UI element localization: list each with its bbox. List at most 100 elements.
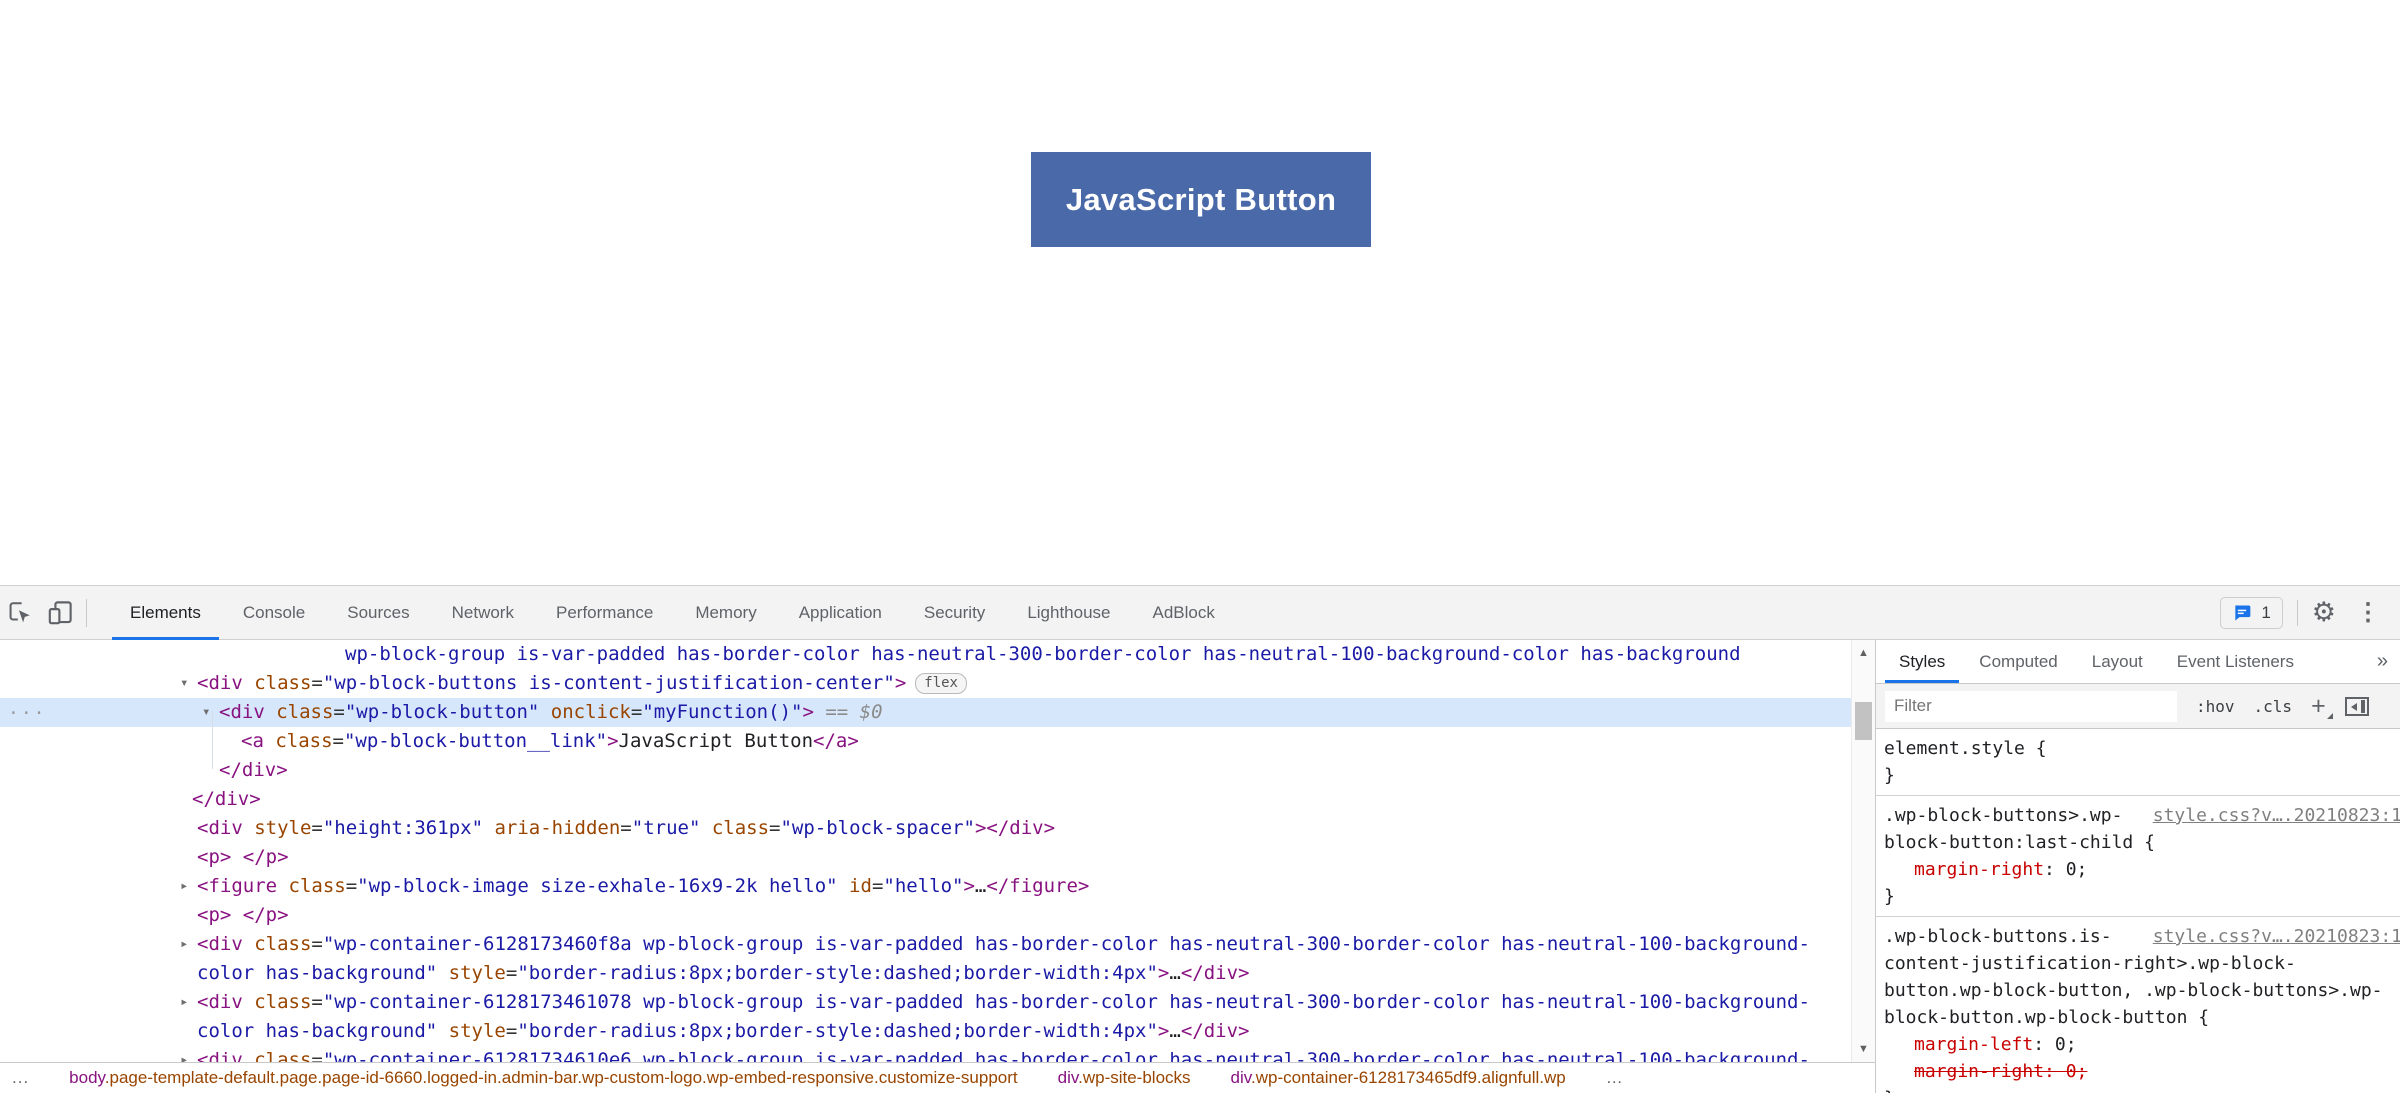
scrollbar-up-icon[interactable]: ▲ [1852,647,1875,659]
code-token: = [620,817,631,839]
class-toggle[interactable]: .cls [2254,697,2293,716]
tab-console[interactable]: Console [222,586,326,640]
tree-row[interactable]: <div style="height:361px" aria-hidden="t… [0,814,1851,843]
code-token: JavaScript Button [619,730,813,752]
css-property[interactable]: margin-left: 0; [1884,1031,2392,1058]
code-token: "hello" [883,875,963,897]
tab-lighthouse[interactable]: Lighthouse [1006,586,1131,640]
inspect-element-icon[interactable] [0,593,40,633]
tab-security[interactable]: Security [903,586,1006,640]
flex-badge[interactable]: flex [915,673,967,694]
tree-row[interactable]: <p> </p> [0,901,1851,930]
twisty-collapsed-icon[interactable]: ▸ [180,872,188,901]
rule-selector[interactable]: element.style { [1884,738,2047,759]
rule-selector[interactable]: .wp-block-buttons>.wp-block-button:last-… [1884,805,2155,853]
code-token: </div> [1181,1020,1250,1042]
styles-tab-event-listeners[interactable]: Event Listeners [2160,640,2311,683]
code-token: <div [197,933,243,955]
code-token: style [437,962,506,984]
code-token: class [277,875,346,897]
tab-memory[interactable]: Memory [674,586,777,640]
tree-row[interactable]: ...▾<div class="wp-block-button" onclick… [0,698,1851,727]
code-token: <div [197,1049,243,1062]
tab-sources[interactable]: Sources [326,586,430,640]
code-token: <figure [197,875,277,897]
breadcrumb-item[interactable]: div.wp-site-blocks [1058,1068,1191,1088]
toggle-sidebar-icon[interactable] [2345,697,2369,716]
tree-row[interactable]: </div> [0,756,1851,785]
tab-application[interactable]: Application [778,586,903,640]
tree-row[interactable]: <a class="wp-block-button__link">JavaScr… [0,727,1851,756]
code-token: "wp-block-buttons is-content-justificati… [323,672,895,694]
code-token: … [1169,1020,1180,1042]
styles-filter-input[interactable] [1885,691,2177,722]
tree-row[interactable]: ▸<div class="wp-container-6128173460f8a … [0,930,1851,988]
tab-performance[interactable]: Performance [535,586,674,640]
code-token: > [963,875,974,897]
code-token: … [1169,962,1180,984]
code-token: "border-radius:8px;border-style:dashed;b… [517,1020,1158,1042]
code-token: = [311,672,322,694]
scrollbar-thumb[interactable] [1855,702,1872,740]
code-token: = [631,701,642,723]
new-style-rule-icon[interactable]: + [2311,694,2326,719]
twisty-collapsed-icon[interactable]: ▸ [180,988,188,1017]
elements-scrollbar[interactable]: ▲ ▼ [1851,640,1875,1062]
rule-close-brace: } [1884,762,2392,789]
css-property[interactable]: margin-right: 0; [1884,1058,2392,1085]
devtools-tab-bar: ElementsConsoleSourcesNetworkPerformance… [109,586,1236,640]
twisty-expanded-icon[interactable]: ▾ [202,698,210,727]
more-tabs-chevron-icon[interactable]: » [2377,650,2400,673]
code-token: style [243,817,312,839]
code-token: class [264,730,333,752]
twisty-collapsed-icon[interactable]: ▸ [180,930,188,959]
tree-row[interactable]: ▾<div class="wp-block-buttons is-content… [0,669,1851,698]
style-rule: style.css?v….20210823:1.wp-block-buttons… [1876,796,2400,917]
style-rule: element.style {} [1876,729,2400,796]
code-token: class [265,701,334,723]
property-name: margin-left [1914,1034,2033,1055]
breadcrumb-item[interactable]: div.wp-container-6128173465df9.alignfull… [1231,1068,1566,1088]
tree-row[interactable]: <p> </p> [0,843,1851,872]
gear-icon[interactable]: ⚙ [2312,599,2336,626]
code-token: … [975,875,986,897]
dom-tree: wp-block-group is-var-padded has-border-… [0,640,1851,1062]
styles-tab-computed[interactable]: Computed [1962,640,2074,683]
code-token: "wp-block-button" [345,701,539,723]
tab-elements[interactable]: Elements [109,586,222,640]
styles-sidebar: StylesComputedLayoutEvent Listeners » :ho… [1876,640,2400,1093]
crumb-classes: .wp-site-blocks [1078,1068,1190,1087]
styles-tab-styles[interactable]: Styles [1882,640,1962,683]
code-token: class [243,1049,312,1062]
tree-row[interactable]: ▸<div class="wp-container-6128173461078 … [0,988,1851,1046]
code-token: "wp-block-button__link" [344,730,607,752]
toolbar-right-controls: 1 ⚙ ⋮ [2220,597,2400,629]
page-viewport: JavaScript Button [0,0,2400,585]
code-token: "wp-block-image size-exhale-16x9-2k hell… [357,875,837,897]
property-name: margin-right [1914,1061,2044,1082]
issues-button[interactable]: 1 [2220,597,2282,629]
tree-row[interactable]: </div> [0,785,1851,814]
breadcrumb-item[interactable]: body.page-template-default.page.page-id-… [69,1068,1017,1088]
breadcrumb-overflow[interactable]: ... [12,1068,29,1088]
css-property[interactable]: margin-right: 0; [1884,856,2392,883]
code-token: style [437,1020,506,1042]
tab-adblock[interactable]: AdBlock [1132,586,1236,640]
tab-network[interactable]: Network [431,586,535,640]
code-token: > [895,672,906,694]
tree-row[interactable]: ▸<figure class="wp-block-image size-exha… [0,872,1851,901]
twisty-expanded-icon[interactable]: ▾ [180,669,188,698]
stylesheet-link[interactable]: style.css?v….20210823:1 [2153,802,2400,829]
device-toolbar-icon[interactable] [40,593,80,633]
tree-row[interactable]: ▸<div class="wp-container-61281734610e6 … [0,1046,1851,1062]
javascript-button[interactable]: JavaScript Button [1031,152,1371,247]
row-options-dots[interactable]: ... [8,694,47,723]
scrollbar-down-icon[interactable]: ▼ [1852,1043,1875,1055]
code-token: </p> [243,904,289,926]
hover-state-toggle[interactable]: :hov [2196,697,2235,716]
twisty-collapsed-icon[interactable]: ▸ [180,1046,188,1062]
kebab-menu-icon[interactable]: ⋮ [2350,601,2386,625]
stylesheet-link[interactable]: style.css?v….20210823:1 [2153,923,2400,950]
breadcrumb-overflow[interactable]: … [1606,1068,1624,1088]
styles-tab-layout[interactable]: Layout [2075,640,2160,683]
